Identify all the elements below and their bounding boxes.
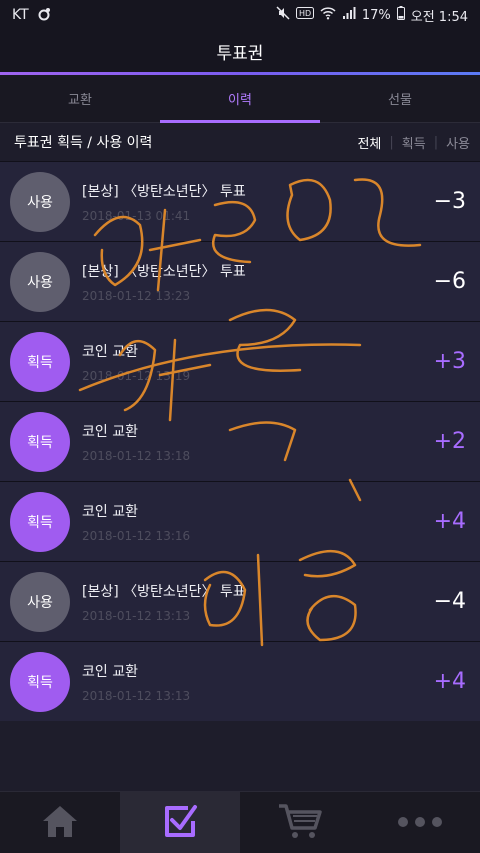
more-icon <box>397 813 443 832</box>
filter-gain[interactable]: 획득 <box>402 133 426 152</box>
history-row[interactable]: 사용 [본상] 〈방탄소년단〉 투표 2018-01-12 13:23 −6 <box>0 241 480 321</box>
history-amount: −4 <box>433 589 466 614</box>
filter-divider: | <box>433 134 439 150</box>
nav-more[interactable] <box>360 792 480 853</box>
section-title: 투표권 획득 / 사용 이력 <box>14 135 153 151</box>
clock-label: 오전 1:54 <box>410 9 468 25</box>
history-header: 투표권 획득 / 사용 이력 전체 | 획득 | 사용 <box>0 123 480 161</box>
history-label: 코인 교환 <box>82 663 138 680</box>
history-row[interactable]: 획득 코인 교환 2018-01-12 13:19 +3 <box>0 321 480 401</box>
history-date: 2018-01-12 13:23 <box>82 288 191 303</box>
use-badge: 사용 <box>10 171 70 232</box>
page-title: 투표권 <box>216 43 264 64</box>
history-row[interactable]: 획득 코인 교환 2018-01-12 13:16 +4 <box>0 481 480 561</box>
history-amount: +2 <box>433 429 466 454</box>
history-row[interactable]: 사용 [본상] 〈방탄소년단〉 투표 2018-01-12 13:13 −4 <box>0 561 480 641</box>
use-badge: 사용 <box>10 571 70 632</box>
gain-badge: 획득 <box>10 411 70 472</box>
app-notification-icon <box>37 7 51 24</box>
tab-history[interactable]: 이력 <box>160 75 320 123</box>
history-date: 2018-01-12 13:13 <box>82 688 191 703</box>
history-amount: +4 <box>433 509 466 534</box>
mute-icon <box>276 6 290 24</box>
carrier-label: KT <box>12 7 29 23</box>
signal-icon <box>342 6 356 24</box>
history-amount: +4 <box>433 669 466 694</box>
history-amount: +3 <box>433 349 466 374</box>
history-label: [본상] 〈방탄소년단〉 투표 <box>82 583 246 600</box>
battery-icon <box>396 6 405 24</box>
history-amount: −3 <box>433 189 466 214</box>
history-label: 코인 교환 <box>82 343 138 360</box>
filter-group: 전체 | 획득 | 사용 <box>357 133 470 152</box>
history-date: 2018-01-12 13:18 <box>82 448 191 463</box>
wifi-icon <box>320 6 336 24</box>
status-bar: KT HD 17% 오전 1:54 <box>0 0 480 30</box>
tab-gift[interactable]: 선물 <box>320 75 480 122</box>
history-label: [본상] 〈방탄소년단〉 투표 <box>82 263 246 280</box>
nav-vote[interactable] <box>120 792 240 853</box>
history-row[interactable]: 사용 [본상] 〈방탄소년단〉 투표 2018-01-13 01:41 −3 <box>0 161 480 241</box>
history-list: 사용 [본상] 〈방탄소년단〉 투표 2018-01-13 01:41 −3 사… <box>0 161 480 721</box>
filter-divider: | <box>389 134 394 150</box>
history-date: 2018-01-12 13:13 <box>82 608 191 623</box>
history-label: 코인 교환 <box>82 503 138 520</box>
tab-bar: 교환 이력 선물 <box>0 75 480 123</box>
svg-text:HD: HD <box>299 9 311 18</box>
title-bar: 투표권 <box>0 30 480 72</box>
filter-all[interactable]: 전체 <box>357 133 381 152</box>
nav-home[interactable] <box>0 792 120 853</box>
history-label: 코인 교환 <box>82 423 138 440</box>
hd-icon: HD <box>295 7 314 23</box>
history-date: 2018-01-12 13:19 <box>82 368 191 383</box>
history-row[interactable]: 획득 코인 교환 2018-01-12 13:18 +2 <box>0 401 480 481</box>
history-date: 2018-01-12 13:16 <box>82 528 191 543</box>
history-row[interactable]: 획득 코인 교환 2018-01-12 13:13 +4 <box>0 641 480 721</box>
history-amount: −6 <box>433 269 466 294</box>
nav-shop[interactable] <box>240 792 360 853</box>
gain-badge: 획득 <box>10 651 70 712</box>
home-icon <box>40 803 80 843</box>
tab-exchange[interactable]: 교환 <box>0 75 160 122</box>
gain-badge: 획득 <box>10 331 70 392</box>
history-label: [본상] 〈방탄소년단〉 투표 <box>82 183 246 200</box>
vote-check-icon <box>160 801 200 845</box>
bottom-navigation <box>0 791 480 853</box>
gain-badge: 획득 <box>10 491 70 552</box>
filter-use[interactable]: 사용 <box>446 133 470 152</box>
battery-label: 17% <box>361 7 391 23</box>
history-date: 2018-01-13 01:41 <box>82 208 191 223</box>
use-badge: 사용 <box>10 251 70 312</box>
cart-icon <box>277 802 323 844</box>
